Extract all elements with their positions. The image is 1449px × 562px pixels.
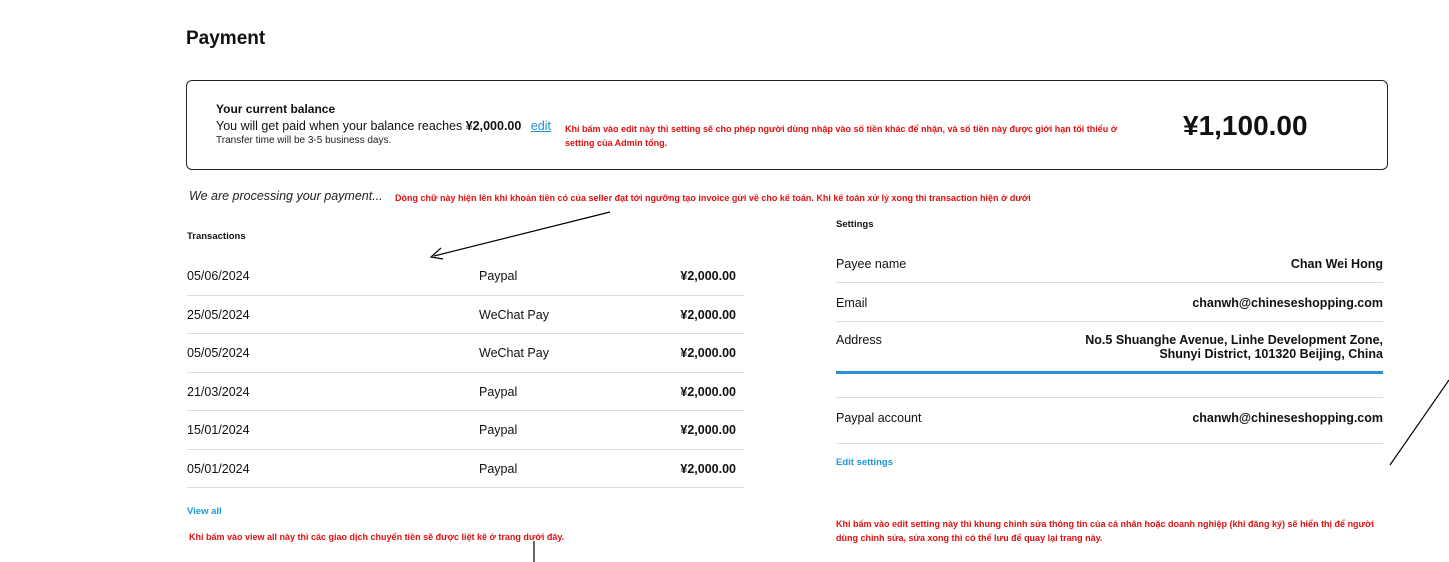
- processing-arrow-head: [429, 247, 444, 260]
- processing-arrow: [433, 211, 611, 257]
- annotation-arrows: [429, 211, 1449, 562]
- edit-settings-arrow: [1389, 379, 1449, 466]
